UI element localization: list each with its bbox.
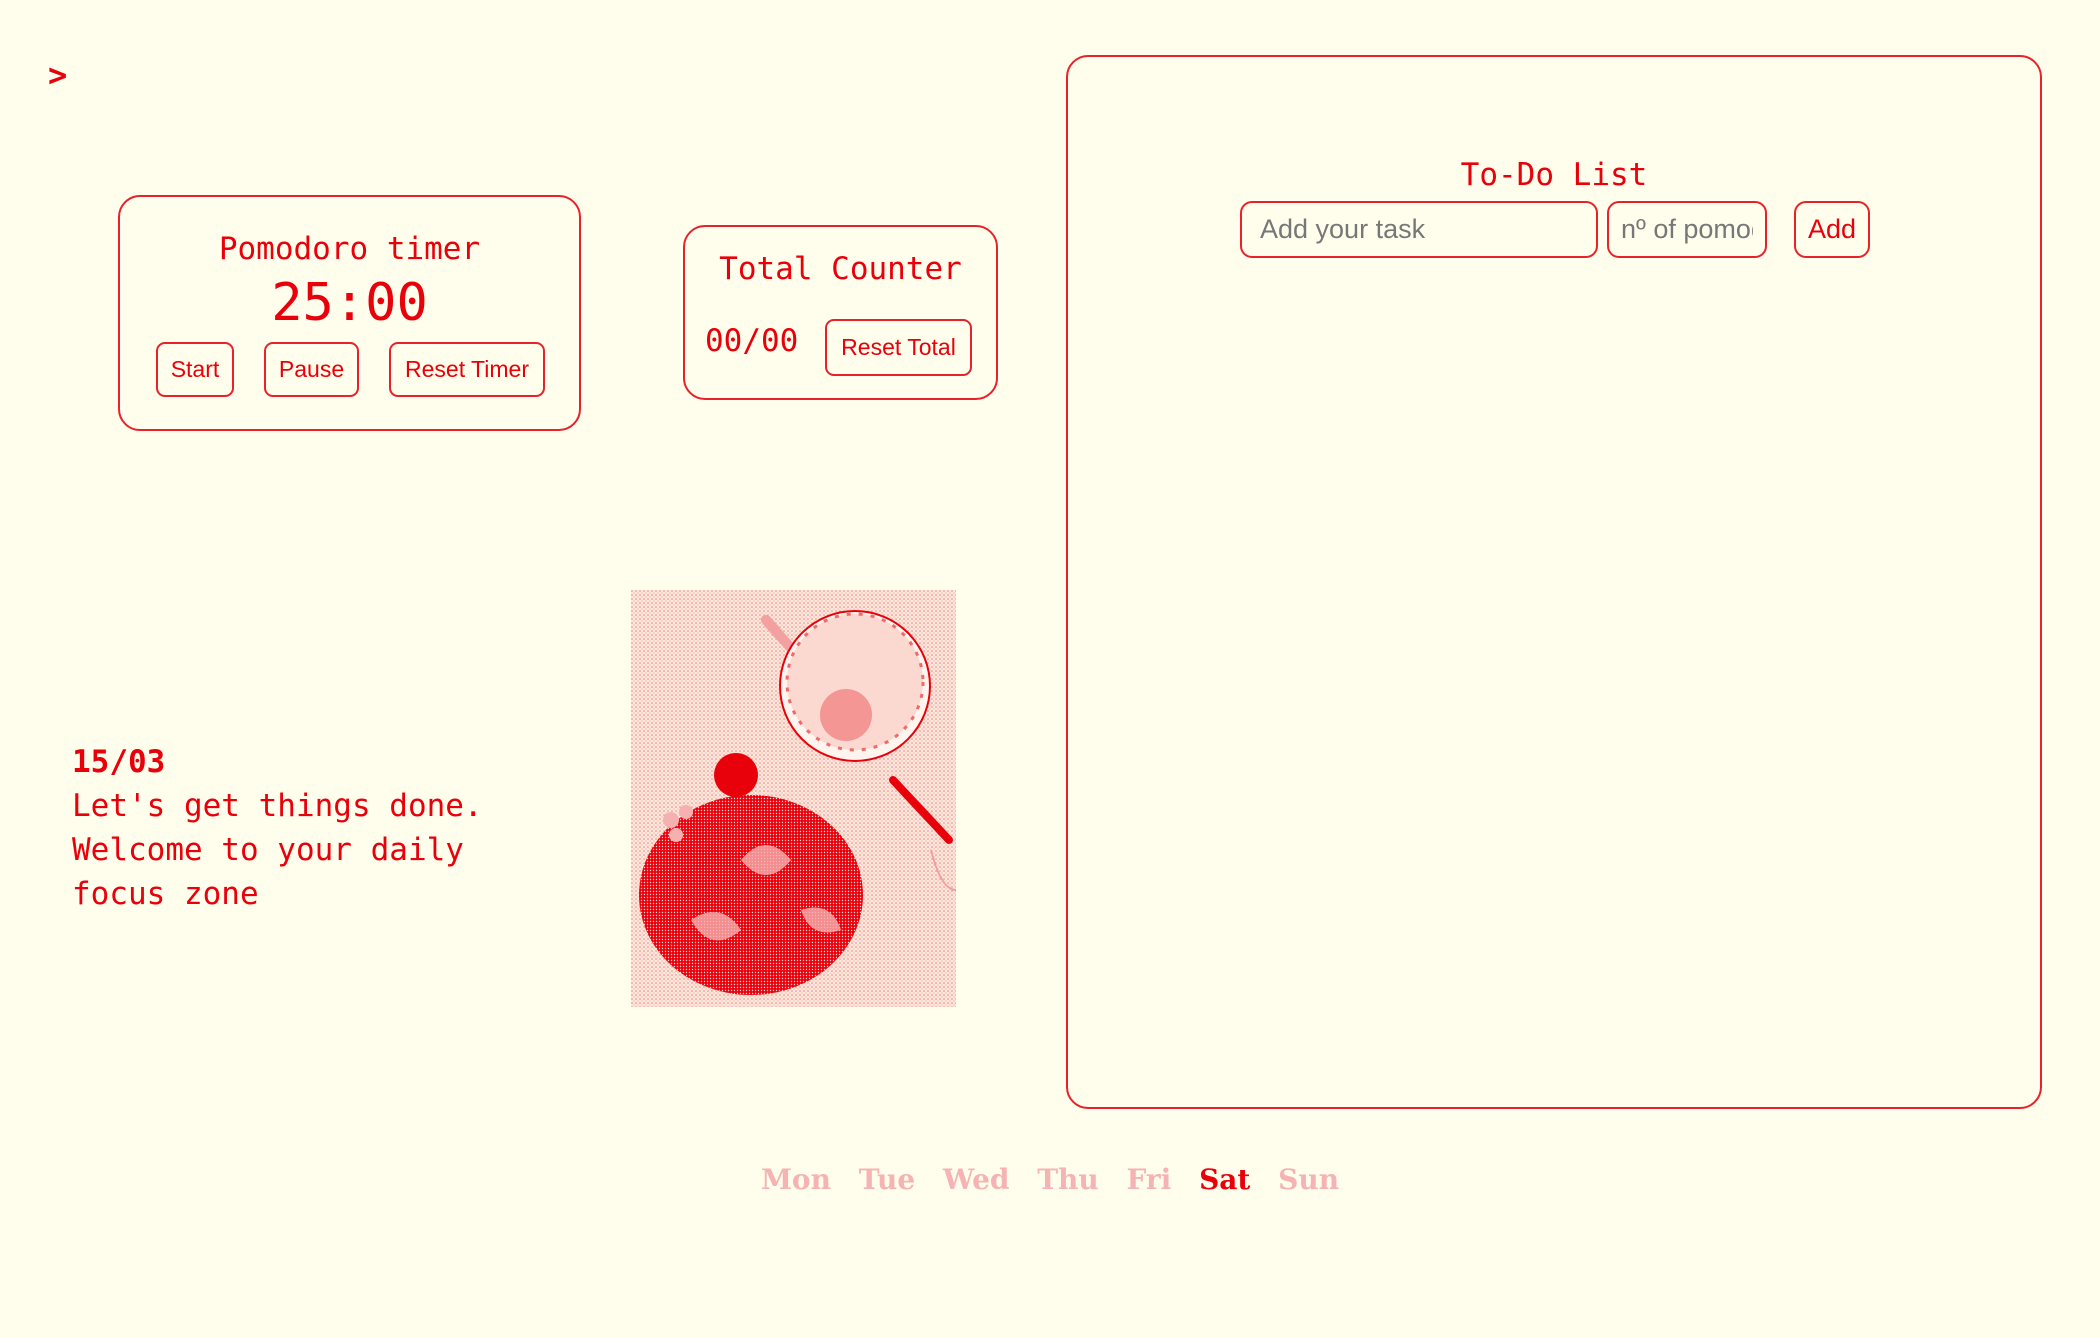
day-thu[interactable]: Thu bbox=[1037, 1163, 1099, 1196]
day-fri[interactable]: Fri bbox=[1127, 1163, 1172, 1196]
day-tue[interactable]: Tue bbox=[859, 1163, 915, 1196]
current-date: 15/03 bbox=[72, 744, 166, 780]
reset-total-button[interactable]: Reset Total bbox=[825, 319, 972, 376]
greeting-line: Let's get things done. bbox=[72, 788, 483, 824]
chevron-right-icon: > bbox=[48, 56, 68, 94]
todo-list-card: To-Do List Add bbox=[1066, 55, 2042, 1109]
reset-timer-button[interactable]: Reset Timer bbox=[389, 342, 545, 397]
day-sun[interactable]: Sun bbox=[1278, 1163, 1339, 1196]
day-mon[interactable]: Mon bbox=[761, 1163, 831, 1196]
day-wed[interactable]: Wed bbox=[943, 1163, 1010, 1196]
timer-display: 25:00 bbox=[271, 273, 428, 333]
greeting: 15/03 Let's get things done. Welcome to … bbox=[72, 740, 483, 916]
pomodoro-title: Pomodoro timer bbox=[218, 231, 481, 267]
counter-value: 00/00 bbox=[705, 323, 799, 359]
task-input[interactable] bbox=[1240, 201, 1598, 258]
dithered-photo-tea-and-succulents bbox=[631, 590, 956, 1007]
pause-button[interactable]: Pause bbox=[264, 342, 359, 397]
pomodoro-timer-card: Pomodoro timer 25:00 Start Pause Reset T… bbox=[118, 195, 581, 431]
pomodoro-count-input[interactable] bbox=[1607, 201, 1767, 258]
total-counter-card: Total Counter 00/00 Reset Total bbox=[683, 225, 998, 400]
add-task-button[interactable]: Add bbox=[1794, 201, 1870, 258]
sidebar-toggle-button[interactable]: > bbox=[48, 56, 67, 94]
greeting-line: focus zone bbox=[72, 876, 259, 912]
weekday-selector: Mon Tue Wed Thu Fri Sat Sun bbox=[0, 1163, 2100, 1196]
greeting-line: Welcome to your daily bbox=[72, 832, 464, 868]
day-sat[interactable]: Sat bbox=[1199, 1163, 1250, 1196]
counter-title: Total Counter bbox=[719, 251, 962, 287]
todo-title: To-Do List bbox=[1460, 157, 1648, 193]
start-button[interactable]: Start bbox=[156, 342, 234, 397]
